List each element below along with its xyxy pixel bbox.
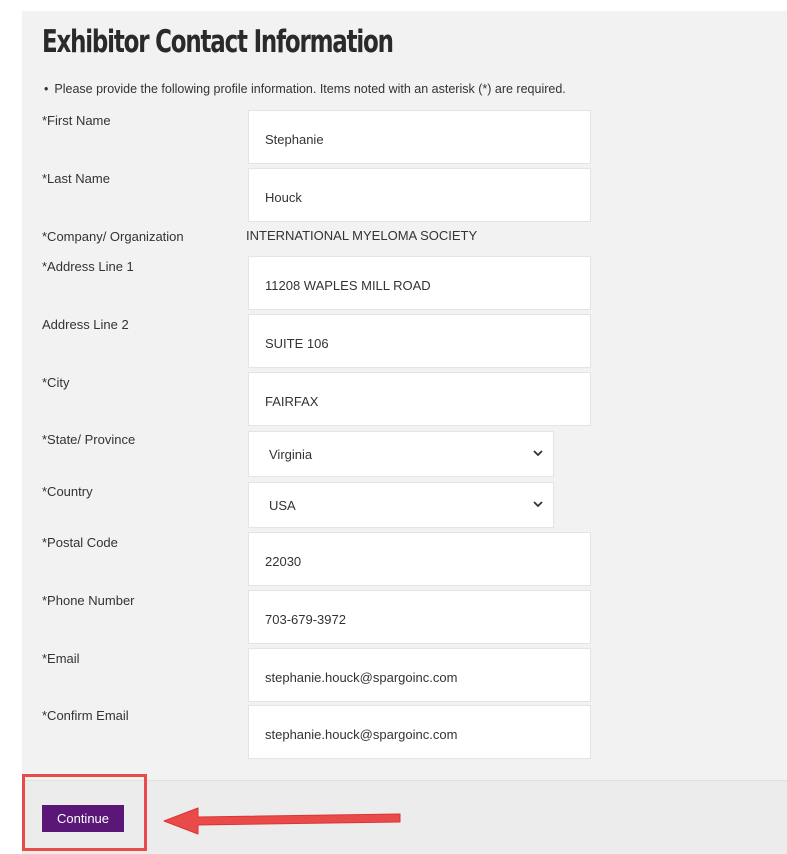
email-value: stephanie.houck@spargoinc.com (265, 669, 458, 685)
chevron-down-icon (533, 500, 543, 511)
postal-code-value: 22030 (265, 553, 302, 569)
state-select[interactable]: Virginia (248, 431, 554, 477)
email-input[interactable]: stephanie.houck@spargoinc.com (248, 648, 591, 702)
phone-number-value: 703-679-3972 (265, 611, 346, 627)
last-name-label: *Last Name (42, 171, 110, 186)
confirm-email-input[interactable]: stephanie.houck@spargoinc.com (248, 705, 591, 759)
city-label: *City (42, 375, 70, 390)
highlight-box (22, 774, 147, 851)
address-line-2-label: Address Line 2 (42, 317, 129, 332)
first-name-input[interactable]: Stephanie (248, 110, 591, 164)
address-line-2-value: SUITE 106 (265, 335, 329, 351)
email-label: *Email (42, 651, 80, 666)
postal-code-label: *Postal Code (42, 535, 118, 550)
first-name-value: Stephanie (265, 131, 324, 147)
postal-code-input[interactable]: 22030 (248, 532, 591, 586)
confirm-email-value: stephanie.houck@spargoinc.com (265, 726, 458, 742)
city-value: FAIRFAX (265, 393, 319, 409)
arrow-left-icon (163, 807, 401, 835)
address-line-1-input[interactable]: 11208 WAPLES MILL ROAD (248, 256, 591, 310)
intro-bullet: • (44, 82, 49, 96)
country-select[interactable]: USA (248, 482, 554, 528)
first-name-label: *First Name (42, 113, 111, 128)
intro-message: Please provide the following profile inf… (54, 82, 566, 96)
address-line-1-label: *Address Line 1 (42, 259, 134, 274)
state-label: *State/ Province (42, 432, 136, 447)
confirm-email-label: *Confirm Email (42, 708, 129, 723)
address-line-1-value: 11208 WAPLES MILL ROAD (265, 277, 431, 293)
city-input[interactable]: FAIRFAX (248, 372, 591, 426)
chevron-down-icon (533, 449, 543, 460)
phone-number-label: *Phone Number (42, 593, 135, 608)
phone-number-input[interactable]: 703-679-3972 (248, 590, 591, 644)
company-value: INTERNATIONAL MYELOMA SOCIETY (246, 228, 478, 243)
intro-text: • Please provide the following profile in… (44, 82, 566, 96)
last-name-input[interactable]: Houck (248, 168, 591, 222)
company-label: *Company/ Organization (42, 229, 184, 244)
address-line-2-input[interactable]: SUITE 106 (248, 314, 591, 368)
page-title: Exhibitor Contact Information (42, 24, 394, 60)
country-value: USA (269, 497, 296, 513)
country-label: *Country (42, 484, 93, 499)
last-name-value: Houck (265, 189, 302, 205)
state-value: Virginia (269, 446, 313, 462)
